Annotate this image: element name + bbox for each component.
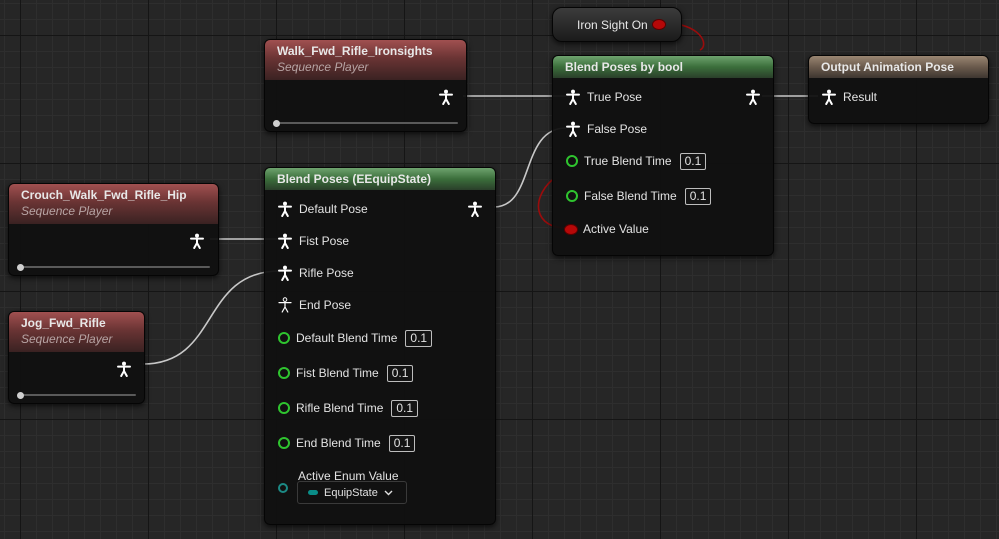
node-title: Blend Poses by bool <box>565 60 684 74</box>
default-pose-input-pin[interactable]: Default Pose <box>277 200 368 218</box>
rifle-pose-input-pin[interactable]: Rifle Pose <box>277 264 354 282</box>
node-header: Blend Poses (EEquipState) <box>265 168 495 190</box>
float-pin-icon[interactable] <box>278 402 290 414</box>
false-blend-time-pin[interactable]: False Blend Time 0.1 <box>566 187 712 205</box>
pose-person-icon <box>189 233 205 249</box>
true-blend-time-input[interactable]: 0.1 <box>679 152 707 170</box>
node-subtitle: Sequence Player <box>21 332 113 346</box>
sequence-player-crouch-node[interactable]: Crouch_Walk_Fwd_Rifle_Hip Sequence Playe… <box>8 183 219 276</box>
pin-label: Result <box>843 90 878 104</box>
progress-knob[interactable] <box>273 119 280 127</box>
node-subtitle: Sequence Player <box>21 204 113 218</box>
rifle-blend-time-pin[interactable]: Rifle Blend Time 0.1 <box>278 399 419 417</box>
pose-person-icon <box>467 201 483 217</box>
iron-sight-on-label: Iron Sight On <box>577 17 648 32</box>
pose-person-icon <box>821 89 837 105</box>
pose-person-icon <box>277 265 293 281</box>
pin-label: True Blend Time <box>584 154 672 168</box>
pose-person-icon <box>565 89 581 105</box>
pin-label: End Blend Time <box>296 436 381 450</box>
pin-label: True Pose <box>587 90 642 104</box>
output-animation-pose-node[interactable]: Output Animation Pose Result <box>808 55 989 124</box>
node-subtitle: Sequence Player <box>277 60 369 74</box>
pin-label: Fist Pose <box>299 234 350 248</box>
node-header: Output Animation Pose <box>809 56 988 78</box>
pose-output-pin[interactable] <box>438 88 454 106</box>
dropdown-selected-value: EquipState <box>324 486 378 499</box>
pin-label: Rifle Pose <box>299 266 354 280</box>
pose-output-pin[interactable] <box>189 232 205 250</box>
fist-blend-time-pin[interactable]: Fist Blend Time 0.1 <box>278 364 414 382</box>
pin-label: Active Value <box>583 222 649 236</box>
pose-person-icon <box>116 361 132 377</box>
float-pin-icon[interactable] <box>566 190 578 202</box>
end-blend-time-input[interactable]: 0.1 <box>388 434 416 452</box>
pin-label: False Blend Time <box>584 189 677 203</box>
node-title: Crouch_Walk_Fwd_Rifle_Hip <box>21 188 187 202</box>
pose-output-pin[interactable] <box>467 200 483 218</box>
float-pin-icon[interactable] <box>566 155 578 167</box>
pose-person-icon <box>277 201 293 217</box>
chevron-down-icon <box>384 488 393 497</box>
playback-progress-bar[interactable] <box>17 391 136 399</box>
blend-poses-enum-node[interactable]: Blend Poses (EEquipState) Default Pose F… <box>264 167 496 525</box>
node-header: Jog_Fwd_Rifle Sequence Player <box>9 312 144 352</box>
false-pose-input-pin[interactable]: False Pose <box>565 120 647 138</box>
node-header: Crouch_Walk_Fwd_Rifle_Hip Sequence Playe… <box>9 184 218 224</box>
result-input-pin[interactable]: Result <box>821 88 877 106</box>
progress-knob[interactable] <box>17 391 24 399</box>
end-pose-input-pin[interactable]: End Pose <box>277 296 351 314</box>
pose-person-icon <box>565 121 581 137</box>
active-value-pin[interactable]: Active Value <box>565 220 649 238</box>
pose-person-outline-icon <box>277 297 293 313</box>
equip-state-dropdown[interactable]: EquipState <box>297 481 407 504</box>
pin-label: False Pose <box>587 122 648 136</box>
iron-sight-on-variable-node[interactable]: Iron Sight On <box>552 7 682 42</box>
bool-pin-icon[interactable] <box>653 20 665 29</box>
enum-pin-icon[interactable] <box>278 483 288 493</box>
pin-label: End Pose <box>299 298 352 312</box>
default-blend-time-pin[interactable]: Default Blend Time 0.1 <box>278 329 433 347</box>
true-blend-time-pin[interactable]: True Blend Time 0.1 <box>566 152 707 170</box>
bool-pin-icon[interactable] <box>565 224 577 234</box>
node-header: Walk_Fwd_Rifle_Ironsights Sequence Playe… <box>265 40 466 80</box>
sequence-player-walk-node[interactable]: Walk_Fwd_Rifle_Ironsights Sequence Playe… <box>264 39 467 132</box>
node-title: Jog_Fwd_Rifle <box>21 316 106 330</box>
fist-blend-time-input[interactable]: 0.1 <box>386 364 414 382</box>
blend-poses-by-bool-node[interactable]: Blend Poses by bool True Pose False Pose… <box>552 55 774 256</box>
node-header: Blend Poses by bool <box>553 56 773 78</box>
playback-progress-bar[interactable] <box>273 119 458 127</box>
pin-label: Default Blend Time <box>296 331 398 345</box>
float-pin-icon[interactable] <box>278 437 290 449</box>
pose-person-icon <box>438 89 454 105</box>
true-pose-input-pin[interactable]: True Pose <box>565 88 642 106</box>
pin-label: Default Pose <box>299 202 368 216</box>
progress-knob[interactable] <box>17 263 24 271</box>
enum-type-icon <box>308 490 318 495</box>
pose-output-pin[interactable] <box>116 360 132 378</box>
pose-person-icon <box>277 233 293 249</box>
default-blend-time-input[interactable]: 0.1 <box>405 329 433 347</box>
fist-pose-input-pin[interactable]: Fist Pose <box>277 232 349 250</box>
node-title: Blend Poses (EEquipState) <box>277 172 432 186</box>
pin-label: Fist Blend Time <box>296 366 379 380</box>
false-blend-time-input[interactable]: 0.1 <box>684 187 712 205</box>
float-pin-icon[interactable] <box>278 367 290 379</box>
node-title: Output Animation Pose <box>821 60 954 74</box>
playback-progress-bar[interactable] <box>17 263 210 271</box>
pin-label: Rifle Blend Time <box>296 401 384 415</box>
sequence-player-jog-node[interactable]: Jog_Fwd_Rifle Sequence Player <box>8 311 145 404</box>
rifle-blend-time-input[interactable]: 0.1 <box>391 399 419 417</box>
node-title: Walk_Fwd_Rifle_Ironsights <box>277 44 433 58</box>
pose-person-icon <box>745 89 761 105</box>
pose-output-pin[interactable] <box>745 88 761 106</box>
wire-jog-to-rifle-pose <box>142 270 281 365</box>
end-blend-time-pin[interactable]: End Blend Time 0.1 <box>278 434 416 452</box>
float-pin-icon[interactable] <box>278 332 290 344</box>
